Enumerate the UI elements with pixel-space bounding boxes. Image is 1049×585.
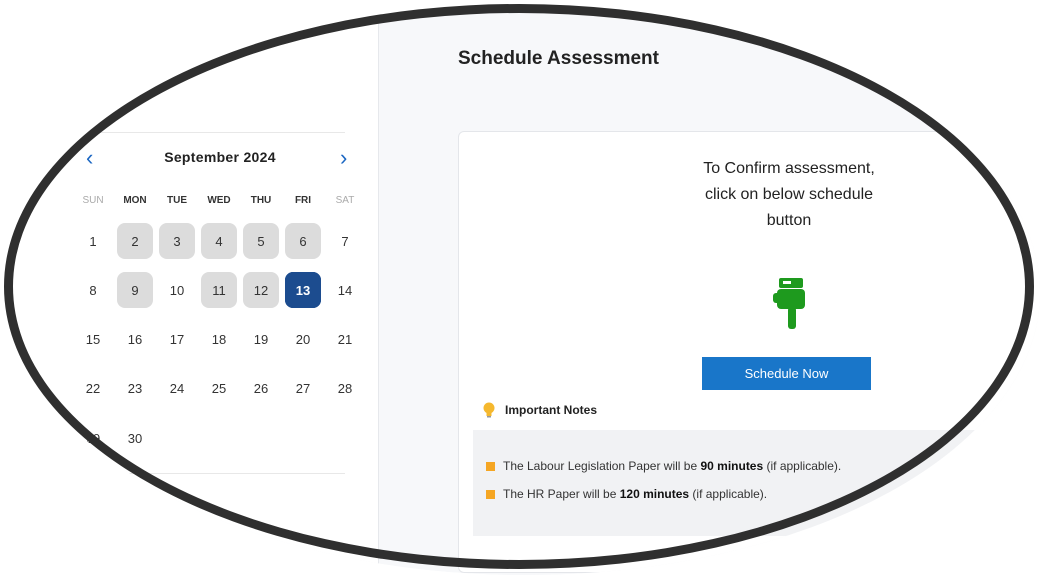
calendar-day: 21 [337, 331, 353, 347]
lightbulb-icon [483, 402, 495, 418]
schedule-card: To Confirm assessment, click on below sc… [458, 131, 1040, 573]
calendar-day: 18 [211, 331, 227, 347]
confirm-instruction: To Confirm assessment, click on below sc… [703, 160, 875, 229]
date-picker: ‹ September 2024 › SUN MON TUE WED THU FRI SAT… [70, 132, 354, 474]
calendar-day: 8 [89, 282, 97, 298]
calendar-day[interactable]: 5 [243, 223, 279, 259]
weekday-label: SAT [335, 195, 355, 206]
note-item: The Labour Legislation Paper will be 90 … [486, 459, 841, 473]
calendar-day[interactable]: 4 [201, 223, 237, 259]
calendar-day: 27 [295, 380, 311, 396]
calendar-day: 1 [89, 233, 97, 249]
bullet-square-icon [486, 461, 495, 471]
calendar-day: 20 [295, 331, 311, 347]
notes-box: The Labour Legislation Paper will be 90 … [473, 430, 1040, 536]
calendar-day: 25 [211, 380, 227, 396]
calendar-day: 23 [127, 380, 143, 396]
calendar-day: 16 [127, 331, 143, 347]
calendar-day: 10 [169, 282, 185, 298]
calendar-day: 19 [253, 331, 269, 347]
calendar-day[interactable]: 6 [285, 223, 321, 259]
weekday-label: TUE [167, 195, 187, 206]
calendar-day: 14 [337, 282, 353, 298]
note-text: The Labour Legislation Paper will be 90 … [503, 459, 842, 473]
app-window: Select exam dates ‹ September 2024 › SUN… [10, 10, 1040, 575]
available-dates-legend: Available dates [28, 492, 110, 506]
calendar-panel: Select exam dates ‹ September 2024 › SUN… [10, 10, 379, 575]
important-notes-header: Important Notes [483, 402, 597, 418]
calendar-day: 15 [85, 331, 101, 347]
weekday-label: THU [250, 195, 272, 206]
calendar-day[interactable]: 3 [159, 223, 195, 259]
magnifier-lens: Select exam dates ‹ September 2024 › SUN… [10, 10, 1040, 575]
calendar-day: 24 [169, 380, 185, 396]
weekday-label: SUN [82, 195, 104, 206]
calendar-day[interactable]: 9 [117, 272, 153, 308]
calendar-header: ‹ September 2024 › [70, 147, 365, 171]
select-dates-hint: Select exam dates [28, 80, 135, 95]
calendar-day-selected[interactable]: 13 [285, 272, 321, 308]
pointing-down-hand-icon [773, 278, 805, 329]
weekday-label: WED [207, 195, 231, 206]
schedule-now-button[interactable]: Schedule Now [702, 357, 871, 390]
calendar-day[interactable]: 2 [117, 223, 153, 259]
chevron-right-icon[interactable]: › [340, 147, 347, 169]
page-title: Schedule Assessment [458, 48, 659, 69]
calendar-day: 22 [85, 380, 101, 396]
calendar-day: 30 [127, 430, 143, 446]
weekday-label: MON [123, 195, 147, 206]
note-text: The HR Paper will be 120 minutes (if app… [503, 487, 768, 501]
calendar-day: 7 [341, 233, 349, 249]
note-item: The HR Paper will be 120 minutes (if app… [486, 487, 767, 501]
screenshot-stage: Select exam dates ‹ September 2024 › SUN… [0, 0, 1049, 585]
month-label: September 2024 [164, 149, 276, 165]
calendar-day[interactable]: 11 [201, 272, 237, 308]
calendar-day: 26 [253, 380, 269, 396]
calendar-day[interactable]: 12 [243, 272, 279, 308]
schedule-panel: Schedule Assessment To Confirm assessmen… [379, 10, 1040, 575]
calendar-day: 29 [85, 430, 101, 446]
calendar-day: 17 [169, 331, 185, 347]
weekday-label: FRI [294, 195, 312, 206]
bullet-square-icon [486, 489, 495, 499]
calendar-day: 28 [337, 380, 353, 396]
important-notes-title: Important Notes [505, 403, 598, 417]
